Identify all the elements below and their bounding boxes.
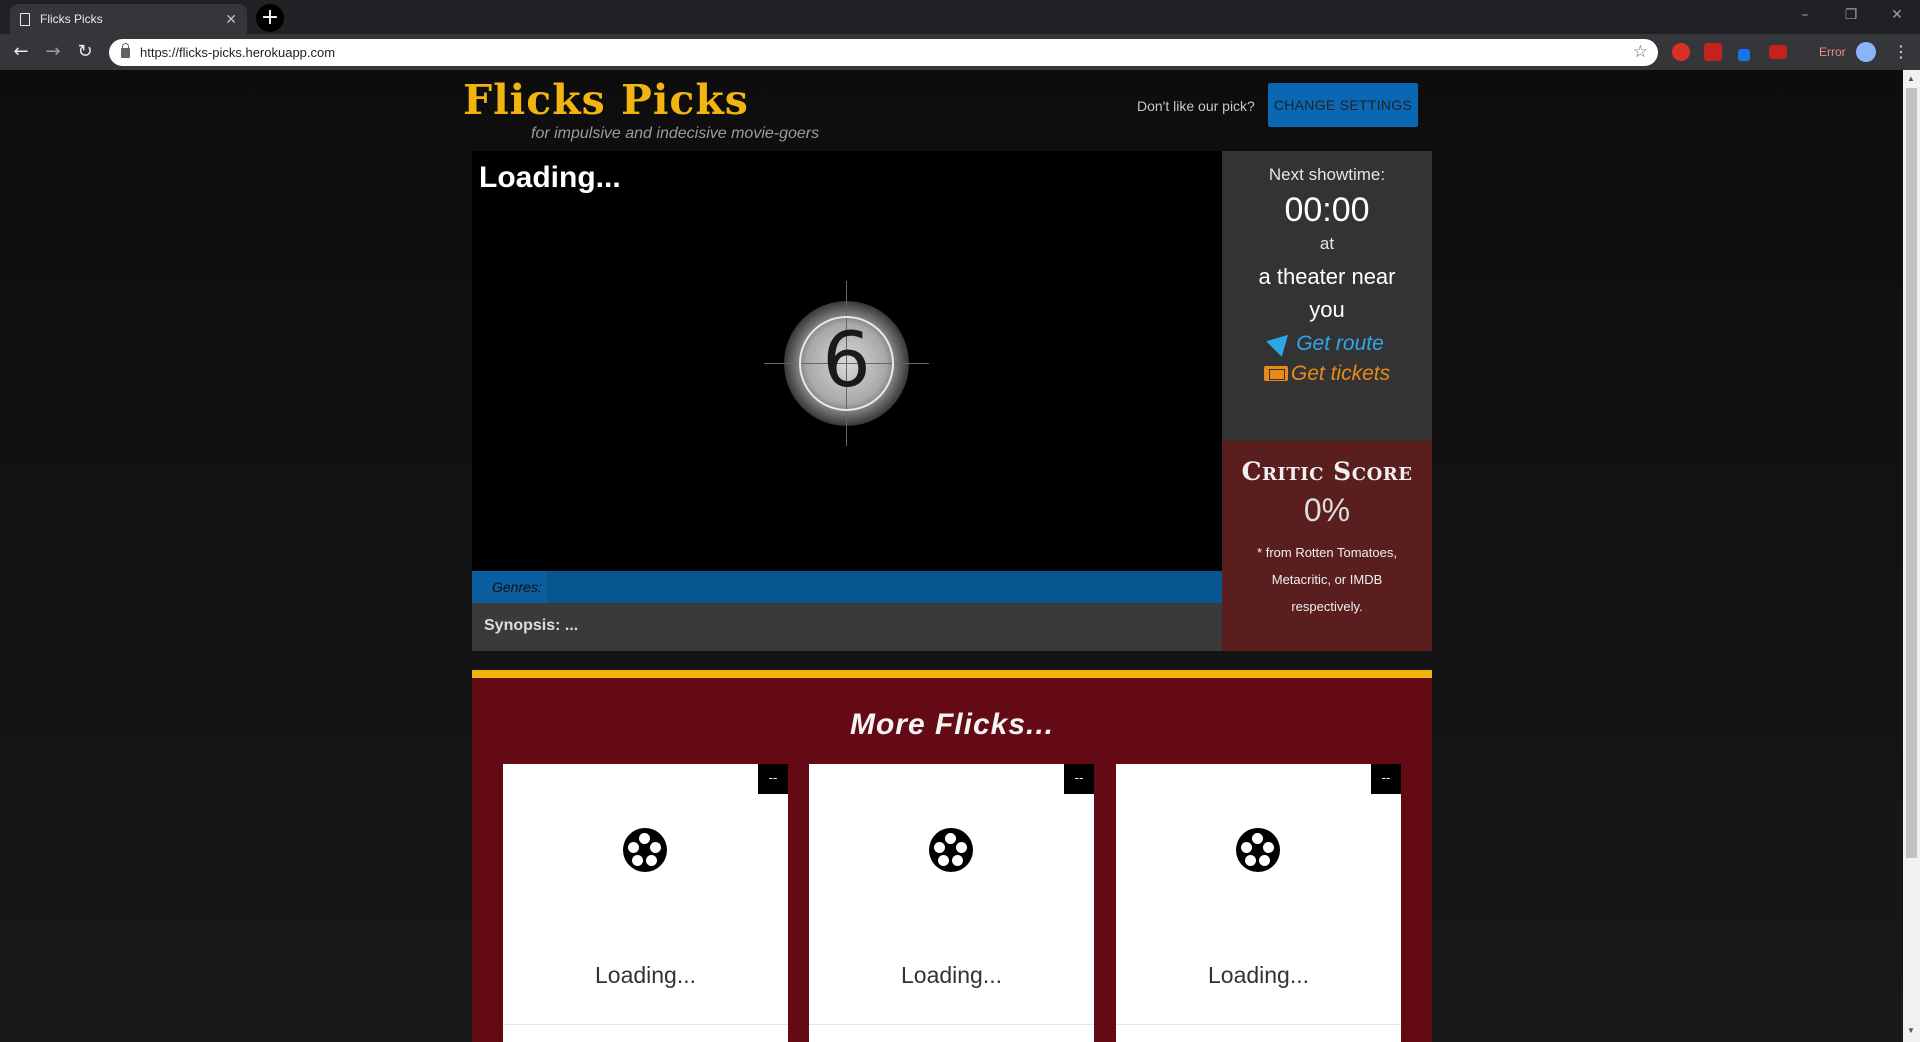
extension-icon[interactable]	[1672, 43, 1690, 61]
score-badge: --	[1371, 764, 1401, 794]
featured-movie: Loading... 6 Genres: Synopsis: ... Next …	[472, 151, 1432, 651]
movie-poster: Loading... 6	[472, 151, 1222, 571]
reload-icon[interactable]: ↻	[73, 40, 97, 64]
new-tab-button[interactable]: +	[256, 4, 284, 32]
url-text: https://flicks-picks.herokuapp.com	[140, 45, 336, 60]
score-badge: --	[758, 764, 788, 794]
more-flicks-section: More Flicks... -- Loading... -- Loading.…	[472, 670, 1432, 1042]
film-reel-icon	[929, 828, 973, 872]
genres-bar: Genres:	[472, 571, 1222, 603]
site-tagline: for impulsive and indecisive movie-goers	[531, 125, 820, 142]
card-divider	[503, 1024, 788, 1025]
card-status: Loading...	[1207, 962, 1310, 988]
synopsis: Synopsis: ...	[472, 603, 1222, 651]
forward-icon[interactable]: →	[41, 40, 65, 64]
address-bar[interactable]: https://flicks-picks.herokuapp.com ☆	[109, 39, 1658, 66]
genres-label: Genres:	[472, 571, 547, 603]
tab-title: Flicks Picks	[40, 12, 103, 26]
card-divider	[809, 1024, 1094, 1025]
scroll-down-icon[interactable]: ▼	[1907, 1026, 1915, 1035]
movie-card[interactable]: -- Loading...	[1116, 764, 1401, 1042]
lock-icon	[121, 42, 130, 58]
back-icon[interactable]: ←	[9, 40, 33, 64]
profile-avatar[interactable]	[1856, 42, 1876, 62]
minimize-icon[interactable]: –	[1782, 0, 1828, 30]
film-countdown-graphic: 6	[764, 281, 929, 446]
countdown-number: 6	[822, 315, 871, 404]
movie-card[interactable]: -- Loading...	[503, 764, 788, 1042]
dislike-prompt: Don't like our pick?	[1137, 98, 1255, 114]
movie-title: Loading...	[479, 161, 621, 194]
score-badge: --	[1064, 764, 1094, 794]
profile-error-label[interactable]: Error	[1819, 45, 1846, 59]
browser-toolbar: ← → ↻ https://flicks-picks.herokuapp.com…	[0, 34, 1920, 70]
browser-menu-icon[interactable]: ⋮	[1893, 42, 1909, 61]
page-scrollbar[interactable]: ▲ ▼	[1903, 70, 1920, 1042]
get-route-label[interactable]: Get route	[1296, 332, 1384, 355]
card-divider	[1116, 1024, 1401, 1025]
card-status: Loading...	[900, 962, 1003, 988]
extension-icon[interactable]	[1704, 43, 1722, 61]
site-logo[interactable]: Flicks Picks	[463, 76, 749, 124]
get-tickets-label[interactable]: Get tickets	[1291, 362, 1390, 385]
page-icon	[20, 12, 30, 26]
critic-score-note: * from Rotten Tomatoes, Metacritic, or I…	[1257, 545, 1397, 614]
theater-name: a theater near you	[1258, 264, 1396, 322]
bookmark-star-icon[interactable]: ☆	[1633, 42, 1648, 62]
scroll-up-icon[interactable]: ▲	[1907, 74, 1915, 83]
close-tab-icon[interactable]: ✕	[225, 11, 237, 28]
ticket-icon	[1263, 366, 1288, 381]
scrollbar-thumb[interactable]	[1906, 88, 1917, 858]
showtime-value: 00:00	[1284, 191, 1370, 229]
critic-score-heading: Critic Score	[1241, 457, 1413, 486]
close-window-icon[interactable]: ✕	[1874, 0, 1920, 30]
critic-score-panel: Critic Score 0% * from Rotten Tomatoes, …	[1222, 441, 1432, 651]
movie-card[interactable]: -- Loading...	[809, 764, 1094, 1042]
change-settings-button[interactable]: CHANGE SETTINGS	[1268, 83, 1418, 127]
get-tickets-link[interactable]: Get tickets	[1222, 362, 1432, 386]
location-arrow-icon	[1266, 327, 1297, 357]
film-reel-icon	[623, 828, 667, 872]
browser-tab-strip: Flicks Picks ✕ + – ❐ ✕	[0, 0, 1920, 34]
browser-tab[interactable]: Flicks Picks ✕	[10, 4, 247, 34]
showtime-label: Next showtime:	[1268, 165, 1386, 184]
restore-icon[interactable]: ❐	[1828, 0, 1874, 30]
page-viewport: Flicks Picks for impulsive and indecisiv…	[0, 70, 1903, 1042]
film-reel-icon	[1236, 828, 1280, 872]
critic-score-value: 0%	[1303, 492, 1351, 528]
extension-icon[interactable]	[1738, 49, 1750, 61]
showtime-at: at	[1319, 234, 1335, 253]
card-status: Loading...	[594, 962, 697, 988]
extension-icon[interactable]	[1769, 45, 1787, 59]
get-route-link[interactable]: Get route	[1222, 327, 1432, 357]
showtime-panel: Next showtime: 00:00 at a theater near y…	[1222, 151, 1432, 441]
more-flicks-heading: More Flicks...	[849, 708, 1055, 741]
